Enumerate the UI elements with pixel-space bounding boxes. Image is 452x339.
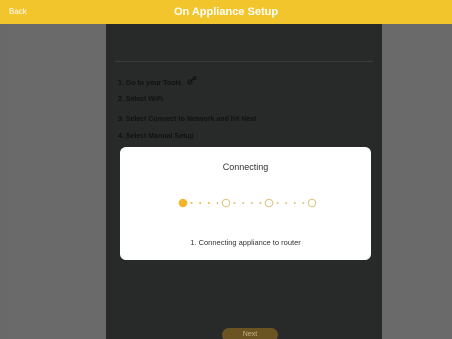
instruction-step-1: 1. Go to your Tools [118, 76, 197, 87]
dialog-title: Connecting [222, 162, 269, 172]
progress-connector-dot [250, 202, 253, 204]
progress-connector-dot [190, 202, 193, 204]
connection-progress-indicator [178, 198, 317, 208]
progress-connector-dot [293, 202, 296, 204]
page-title: On Appliance Setup [173, 6, 279, 18]
tools-icon [187, 76, 197, 87]
instruction-step-4: 4. Select Manual Setup [118, 133, 194, 140]
progress-step-2 [221, 198, 231, 208]
progress-connector-dot [199, 202, 202, 204]
next-button[interactable]: Next [222, 328, 278, 339]
progress-step-4 [307, 198, 317, 208]
subtitle-divider [115, 61, 373, 62]
progress-connector-dot [276, 202, 279, 204]
instruction-step-3: 3. Select Connect to Network and hit Nex… [118, 116, 257, 123]
instructions-subtitle: On your appliance touchscreen: [118, 40, 217, 47]
connecting-dialog: Connecting 1. Connecting appliance to ro… [120, 147, 371, 260]
progress-connector-dot [233, 202, 236, 204]
progress-step-1 [178, 198, 188, 208]
app-screen: Back On Appliance Setup On your applianc… [0, 0, 452, 339]
progress-connector-dot [285, 202, 288, 204]
progress-connector-dot [216, 202, 219, 204]
progress-connector-dot [259, 202, 262, 204]
instruction-step-2: 2. Select WiFi [118, 96, 164, 103]
progress-connector-dot [207, 202, 210, 204]
progress-connector-dot [302, 202, 305, 204]
instruction-step-1-text: 1. Go to your Tools [118, 80, 182, 87]
top-navigation-bar: Back On Appliance Setup [0, 0, 452, 24]
progress-step-3 [264, 198, 274, 208]
progress-connector-dot [242, 202, 245, 204]
dialog-status-message: 1. Connecting appliance to router [190, 238, 301, 247]
